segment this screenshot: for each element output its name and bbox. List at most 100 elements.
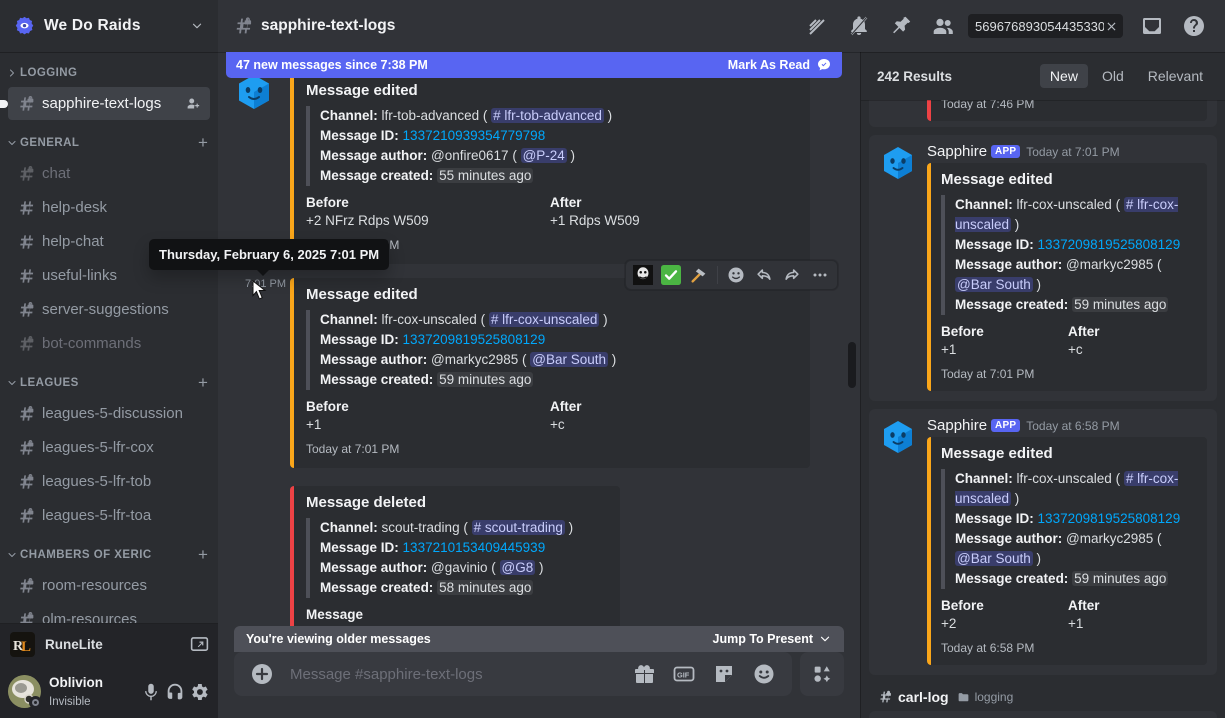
tab-relevant[interactable]: Relevant xyxy=(1138,64,1213,88)
avatar[interactable] xyxy=(234,72,274,112)
field-value: +2 xyxy=(941,616,957,631)
close-icon[interactable] xyxy=(1104,19,1119,34)
bell-muted-icon[interactable] xyxy=(847,14,871,38)
category-header-leagues[interactable]: LEAGUES + xyxy=(0,370,218,396)
sidebar-item-label: leagues-5-lfr-tob xyxy=(42,473,152,490)
search-result-item[interactable]: Carl-bot Logging APP Today at 6:54 PM xyxy=(869,711,1217,718)
channel-mention[interactable]: # scout-trading xyxy=(471,520,565,535)
channel-hash-lock-icon xyxy=(877,689,893,705)
inbox-icon[interactable] xyxy=(1140,14,1164,38)
message-id-link[interactable]: 1337209819525808129 xyxy=(1038,237,1181,252)
mark-as-read-button[interactable]: Mark As Read xyxy=(728,57,832,73)
avatar[interactable] xyxy=(879,144,917,182)
add-reaction-button[interactable] xyxy=(723,262,749,288)
message-id-link[interactable]: 1337210153409445939 xyxy=(403,540,546,555)
embed-created-value: 59 minutes ago xyxy=(1072,571,1169,586)
react-hammer-button[interactable] xyxy=(686,262,712,288)
jump-to-present-button[interactable]: Jump To Present xyxy=(713,632,832,646)
upload-attachment-icon[interactable] xyxy=(250,662,274,686)
channel-mention[interactable]: # lfr-tob-advanced xyxy=(491,108,604,123)
forward-button[interactable] xyxy=(779,262,805,288)
sidebar-item-leagues-5-discussion[interactable]: leagues-5-discussion xyxy=(8,397,210,430)
sidebar-item-room-resources[interactable]: room-resources xyxy=(8,569,210,602)
user-mention[interactable]: @Bar South xyxy=(530,352,609,367)
chevron-right-icon[interactable] xyxy=(6,67,18,79)
user-mention[interactable]: @P-24 xyxy=(520,148,567,163)
sidebar-item-leagues-5-lfr-cox[interactable]: leagues-5-lfr-cox xyxy=(8,431,210,464)
sidebar-item-help-desk[interactable]: help-desk xyxy=(8,191,210,224)
members-icon[interactable] xyxy=(931,14,955,38)
embed-title: Message deleted xyxy=(306,494,427,511)
message-item[interactable]: 7:01 PM Message edited Channel: lfr-cox-… xyxy=(218,260,860,470)
now-playing-bar[interactable]: R L RuneLite xyxy=(0,623,218,665)
sidebar-item-chat[interactable]: chat xyxy=(8,157,210,190)
jump-to-present-label: Jump To Present xyxy=(712,632,813,646)
message-composer[interactable]: Message #sapphire-text-logs GIF xyxy=(234,652,792,696)
message-input[interactable]: Message #sapphire-text-logs xyxy=(290,666,616,683)
apps-button[interactable] xyxy=(800,652,844,696)
chevron-down-icon[interactable] xyxy=(6,137,18,149)
chevron-down-icon[interactable] xyxy=(6,549,18,561)
message-id-link[interactable]: 1337209819525808129 xyxy=(403,332,546,347)
message-hover-toolbar[interactable] xyxy=(625,260,838,290)
tab-old[interactable]: Old xyxy=(1092,64,1134,88)
avatar[interactable] xyxy=(8,675,42,709)
search-result-item[interactable]: Today at 7:46 PM xyxy=(869,100,1217,127)
create-channel-button[interactable]: + xyxy=(196,134,210,151)
sidebar-item-bot-commands[interactable]: bot-commands xyxy=(8,327,210,360)
search-result-channel-header[interactable]: carl-log logging xyxy=(869,683,1217,711)
message-item[interactable]: Message deleted Channel: scout-trading (… xyxy=(218,482,860,626)
emoji-icon[interactable] xyxy=(752,662,776,686)
sidebar-item-olm-resources[interactable]: olm-resources xyxy=(8,603,210,623)
embed-title: Message edited xyxy=(941,171,1053,188)
user-info[interactable]: Oblivion Invisible xyxy=(49,674,138,710)
create-channel-button[interactable]: + xyxy=(196,374,210,391)
chat-scrollbar[interactable] xyxy=(848,342,856,388)
add-members-icon[interactable] xyxy=(185,95,202,112)
sidebar-item-sapphire-text-logs[interactable]: sapphire-text-logs xyxy=(0,87,210,120)
message-id-link[interactable]: 1337210939354779798 xyxy=(403,128,546,143)
chevron-down-icon[interactable] xyxy=(6,377,18,389)
sidebar-item-leagues-5-lfr-tob[interactable]: leagues-5-lfr-tob xyxy=(8,465,210,498)
pin-icon[interactable] xyxy=(889,14,913,38)
more-options-button[interactable] xyxy=(807,262,833,288)
sidebar-item-leagues-5-lfr-toa[interactable]: leagues-5-lfr-toa xyxy=(8,499,210,532)
gear-icon[interactable] xyxy=(188,681,210,703)
gif-icon[interactable]: GIF xyxy=(672,662,696,686)
channel-list[interactable]: LOGGING sapphire-text-logs GENERAL + chat hel… xyxy=(0,52,218,623)
message-timestamp: Today at 6:58 PM xyxy=(1026,419,1120,433)
message-item[interactable]: Message edited Channel: lfr-tob-advanced… xyxy=(218,70,860,266)
headphones-icon[interactable] xyxy=(164,681,186,703)
react-check-button[interactable] xyxy=(658,262,684,288)
tab-new[interactable]: New xyxy=(1039,64,1088,88)
gift-icon[interactable] xyxy=(632,662,656,686)
search-results-list[interactable]: Today at 7:46 PM Sapphire APP Today at 7… xyxy=(861,100,1225,718)
category-header-general[interactable]: GENERAL + xyxy=(0,130,218,156)
server-header[interactable]: We Do Raids xyxy=(0,0,218,52)
create-channel-button[interactable]: + xyxy=(196,546,210,563)
embed-label-id: Message ID: xyxy=(955,511,1034,526)
sidebar-item-server-suggestions[interactable]: server-suggestions xyxy=(8,293,210,326)
message-id-link[interactable]: 1337209819525808129 xyxy=(1038,511,1181,526)
user-mention[interactable]: @Bar South xyxy=(955,551,1033,566)
user-mention[interactable]: @G8 xyxy=(499,560,536,575)
chevron-down-icon[interactable] xyxy=(190,19,204,33)
microphone-icon[interactable] xyxy=(140,681,162,703)
popout-icon[interactable] xyxy=(189,634,210,655)
embed-footer: Today at 7:01 PM xyxy=(306,442,400,456)
user-mention[interactable]: @Bar South xyxy=(955,277,1033,292)
channel-mention[interactable]: # lfr-cox-unscaled xyxy=(488,312,600,327)
help-icon[interactable] xyxy=(1182,14,1206,38)
search-result-item[interactable]: Sapphire APP Today at 6:58 PM Message ed… xyxy=(869,409,1217,675)
message-list[interactable]: Sapphire APP Today at 7:01 PM xyxy=(218,52,860,626)
category-header-logging[interactable]: LOGGING xyxy=(0,60,218,86)
sticker-icon[interactable] xyxy=(712,662,736,686)
threads-icon[interactable] xyxy=(805,14,829,38)
react-custom-emoji-button[interactable] xyxy=(630,262,656,288)
category-header-chambers-of-xeric[interactable]: CHAMBERS OF XERIC + xyxy=(0,542,218,568)
avatar[interactable] xyxy=(879,418,917,456)
reply-button[interactable] xyxy=(751,262,777,288)
search-result-item[interactable]: Sapphire APP Today at 7:01 PM Message ed… xyxy=(869,135,1217,401)
older-messages-bar: You're viewing older messages Jump To Pr… xyxy=(234,626,844,652)
search-input[interactable]: 569676893054435330 xyxy=(968,14,1123,38)
